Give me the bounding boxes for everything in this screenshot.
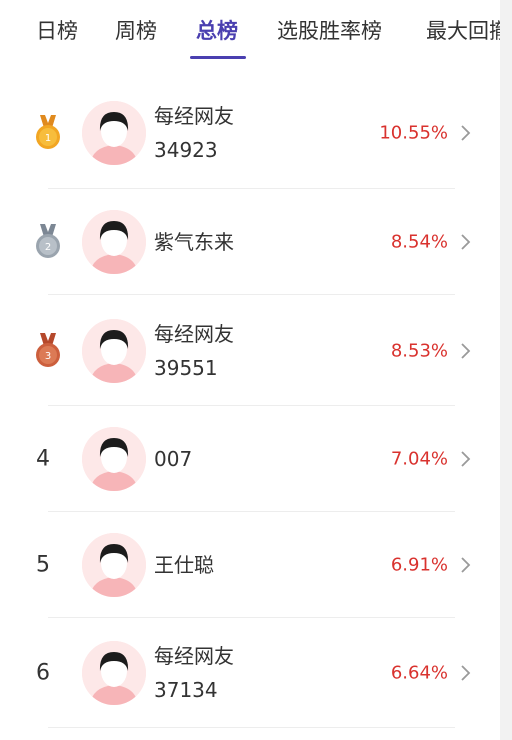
default-user-avatar-icon [82,427,146,491]
user-name-line2: 39551 [154,355,218,380]
user-name: 007 [154,442,192,476]
user-name: 每经网友 37134 [154,639,234,707]
rank-number: 4 [36,446,50,472]
user-name-line1: 007 [154,447,193,471]
ranking-row-1[interactable]: 1 每经网友 34923 10.55% [0,76,500,189]
silver-medal-icon: 2 [36,224,60,258]
user-name-line1: 每经网友 [154,103,234,128]
user-name-line1: 每经网友 [154,321,234,346]
chevron-right-icon [461,665,471,681]
return-rate: 8.54% [390,231,448,253]
tab-max-drawdown[interactable]: 最大回撤 [426,14,500,48]
chevron-right-icon [461,557,471,573]
rank-number: 5 [36,552,50,578]
bronze-medal-icon: 3 [36,332,60,367]
default-user-avatar-icon [82,210,146,274]
scroll-edge [500,0,512,740]
default-user-avatar-icon [82,641,146,705]
ranking-row-6[interactable]: 6 每经网友 37134 6.64% [0,618,500,728]
return-rate: 7.04% [390,448,448,470]
user-name: 紫气东来 [154,225,234,259]
chevron-right-icon [461,124,471,141]
user-avatar [82,210,146,274]
user-avatar [82,641,146,705]
leaderboard-screen: 日榜 周榜 总榜 选股胜率榜 最大回撤 1 每经网友 34923 10.55% … [0,0,512,740]
tab-weekly[interactable]: 周榜 [115,14,157,48]
medal-rank-label: 3 [45,351,51,362]
ranking-row-4[interactable]: 4 007 7.04% [0,406,500,512]
active-tab-indicator [190,56,246,59]
tab-overall[interactable]: 总榜 [196,14,238,48]
ranking-row-5[interactable]: 5 王仕聪 6.91% [0,512,500,618]
return-rate: 10.55% [379,122,448,143]
user-avatar [82,427,146,491]
rank-number: 6 [36,660,50,686]
user-name: 每经网友 34923 [154,99,234,167]
gold-medal-icon: 1 [36,114,60,149]
user-name-line2: 34923 [154,137,218,162]
user-name-line2: 37134 [154,678,218,702]
tab-win-rate[interactable]: 选股胜率榜 [277,14,382,48]
user-name-line1: 每经网友 [154,644,234,668]
ranking-list: 1 每经网友 34923 10.55% 2 紫气东来 8.54% 3 每经网友 … [0,76,500,728]
return-rate: 8.53% [390,340,448,361]
chevron-right-icon [461,234,471,250]
chevron-right-icon [461,342,471,359]
user-avatar [82,100,146,165]
default-user-avatar-icon [82,318,146,383]
row-divider [48,727,455,728]
user-avatar [82,318,146,383]
user-name: 王仕聪 [154,548,214,582]
ranking-row-2[interactable]: 2 紫气东来 8.54% [0,189,500,295]
return-rate: 6.64% [390,662,448,684]
return-rate: 6.91% [390,554,448,576]
default-user-avatar-icon [82,100,146,165]
default-user-avatar-icon [82,533,146,597]
user-name-line1: 王仕聪 [154,553,214,577]
medal-rank-label: 1 [45,133,51,144]
chevron-right-icon [461,451,471,467]
user-name-line1: 紫气东来 [154,230,234,254]
ranking-tab-bar: 日榜 周榜 总榜 选股胜率榜 最大回撤 [0,0,500,66]
tab-daily[interactable]: 日榜 [36,14,78,48]
user-name: 每经网友 39551 [154,317,234,385]
user-avatar [82,533,146,597]
ranking-row-3[interactable]: 3 每经网友 39551 8.53% [0,295,500,406]
medal-rank-label: 2 [45,242,51,253]
